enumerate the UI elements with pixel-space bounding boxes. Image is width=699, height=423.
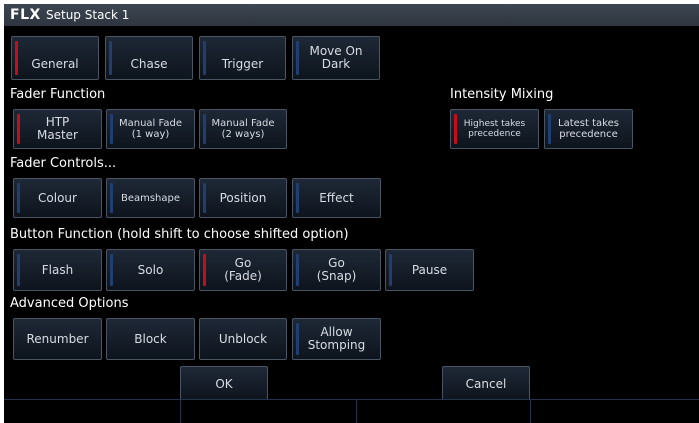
- footer-divider: [180, 400, 181, 423]
- highest-takes-precedence-button[interactable]: Highest takes precedence: [450, 109, 539, 149]
- option-label: Go (Snap): [316, 256, 357, 283]
- beamshape-button[interactable]: Beamshape: [106, 178, 195, 218]
- tab-chase-indicator: [109, 41, 112, 75]
- tab-move-on-dark[interactable]: Move On Dark: [292, 36, 380, 80]
- go-snap-button[interactable]: Go (Snap): [292, 249, 381, 291]
- go-fade-button[interactable]: Go (Fade): [199, 249, 287, 291]
- tab-chase[interactable]: Chase: [105, 36, 193, 80]
- tab-move-on-dark-indicator: [296, 41, 299, 75]
- tab-general[interactable]: General: [11, 36, 99, 80]
- fader-function-heading: Fader Function: [10, 87, 106, 102]
- option-label: Renumber: [26, 331, 89, 346]
- effect-button[interactable]: Effect: [292, 178, 381, 218]
- option-label: Colour: [38, 190, 77, 205]
- advanced-options-heading: Advanced Options: [10, 296, 129, 311]
- title-bar: FLX Setup Stack 1: [4, 4, 699, 27]
- option-label: Latest takes precedence: [558, 118, 619, 140]
- unblock-button[interactable]: Unblock: [199, 318, 287, 360]
- selection-indicator: [454, 114, 457, 144]
- selection-indicator: [203, 254, 206, 286]
- selection-indicator: [17, 254, 20, 286]
- tab-trigger[interactable]: Trigger: [199, 36, 286, 80]
- footer-divider: [356, 400, 357, 423]
- position-button[interactable]: Position: [199, 178, 287, 218]
- tab-general-indicator: [15, 41, 18, 75]
- selection-indicator: [296, 323, 299, 355]
- option-label: Manual Fade (1 way): [119, 118, 182, 140]
- fader-controls-heading: Fader Controls...: [10, 156, 117, 171]
- renumber-button[interactable]: Renumber: [13, 318, 102, 360]
- colour-button[interactable]: Colour: [13, 178, 102, 218]
- option-label: Go (Fade): [224, 256, 262, 283]
- option-label: Manual Fade (2 ways): [211, 118, 275, 140]
- setup-panel: General Chase Trigger Move On Dark Fader…: [4, 26, 699, 402]
- setup-stack-window: FLX Setup Stack 1 General Chase Trigger …: [4, 4, 699, 423]
- option-label: Unblock: [218, 331, 268, 346]
- ok-label: OK: [215, 376, 233, 391]
- footer-bar: [4, 399, 699, 423]
- selection-indicator: [296, 254, 299, 286]
- option-label: Block: [134, 331, 167, 346]
- pause-button[interactable]: Pause: [385, 249, 474, 291]
- option-label: Effect: [319, 190, 354, 205]
- window-title: Setup Stack 1: [46, 8, 130, 22]
- button-function-heading: Button Function (hold shift to choose sh…: [10, 227, 349, 242]
- intensity-mixing-heading: Intensity Mixing: [450, 87, 554, 102]
- selection-indicator: [110, 114, 113, 144]
- option-label: HTP Master: [37, 115, 78, 142]
- manual-fade-2ways-button[interactable]: Manual Fade (2 ways): [199, 109, 287, 149]
- htp-master-button[interactable]: HTP Master: [13, 109, 102, 149]
- option-label: Beamshape: [120, 192, 181, 204]
- selection-indicator: [110, 183, 113, 213]
- manual-fade-1way-button[interactable]: Manual Fade (1 way): [106, 109, 195, 149]
- cancel-button[interactable]: Cancel: [442, 366, 530, 402]
- option-label: Position: [219, 190, 267, 205]
- option-label: Allow Stomping: [307, 325, 366, 352]
- selection-indicator: [110, 254, 113, 286]
- option-label: Pause: [411, 262, 448, 277]
- selection-indicator: [296, 183, 299, 213]
- ok-button[interactable]: OK: [180, 366, 268, 402]
- solo-button[interactable]: Solo: [106, 249, 195, 291]
- selection-indicator: [548, 114, 551, 144]
- flx-logo: FLX: [10, 7, 41, 23]
- footer-divider: [530, 400, 531, 423]
- allow-stomping-button[interactable]: Allow Stomping: [292, 318, 381, 360]
- selection-indicator: [389, 254, 392, 286]
- option-label: Highest takes precedence: [463, 119, 526, 139]
- option-label: Flash: [41, 262, 74, 277]
- tab-label: Move On Dark: [309, 44, 363, 71]
- tab-trigger-indicator: [203, 41, 206, 75]
- selection-indicator: [203, 183, 206, 213]
- flash-button[interactable]: Flash: [13, 249, 102, 291]
- latest-takes-precedence-button[interactable]: Latest takes precedence: [544, 109, 633, 149]
- selection-indicator: [17, 183, 20, 213]
- selection-indicator: [203, 114, 206, 144]
- cancel-label: Cancel: [465, 376, 507, 391]
- tab-label: General: [31, 56, 79, 71]
- selection-indicator: [17, 114, 20, 144]
- block-button[interactable]: Block: [106, 318, 195, 360]
- tab-label: Trigger: [221, 56, 264, 71]
- option-label: Solo: [137, 262, 164, 277]
- tab-label: Chase: [130, 56, 168, 71]
